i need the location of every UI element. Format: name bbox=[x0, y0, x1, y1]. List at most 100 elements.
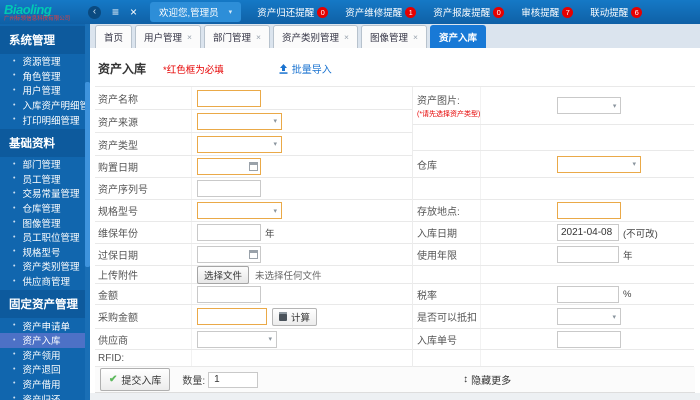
inbound-date-input[interactable] bbox=[557, 224, 619, 241]
batch-import-link[interactable]: 批量导入 bbox=[279, 61, 332, 76]
notice-item[interactable]: 联动提醒 6 bbox=[590, 5, 643, 19]
tab-close-icon[interactable]: × bbox=[413, 32, 418, 42]
sidebar-item[interactable]: • 资产退回 bbox=[0, 362, 90, 377]
sidebar-item[interactable]: • 入库资产明细管理 bbox=[0, 98, 90, 113]
tab[interactable]: 用户管理 × bbox=[135, 25, 201, 48]
user-menu-button[interactable]: 欢迎您,管理员 ▾ bbox=[150, 2, 242, 22]
deductible-select[interactable]: ▾ bbox=[557, 308, 621, 325]
spacer-row bbox=[413, 266, 694, 284]
tab-close-icon[interactable]: × bbox=[344, 32, 349, 42]
amount-input[interactable] bbox=[197, 285, 261, 303]
scrollbar-thumb[interactable] bbox=[85, 82, 90, 267]
calendar-icon[interactable] bbox=[249, 250, 258, 259]
field-label-text: 仓库 bbox=[417, 160, 437, 172]
sidebar-collapse-button[interactable]: ‹ bbox=[88, 5, 101, 19]
asset-type-row: 资产类型 ▾ bbox=[95, 133, 412, 156]
inbound-order-no-input[interactable] bbox=[557, 330, 621, 348]
bullet-icon: • bbox=[13, 86, 16, 94]
sidebar-item-label: 资产借用 bbox=[22, 379, 61, 391]
serial-number-input[interactable] bbox=[197, 180, 261, 197]
sidebar-item[interactable]: • 仓库管理 bbox=[0, 201, 90, 216]
tab[interactable]: 资产入库 bbox=[429, 25, 486, 48]
notice-item[interactable]: 资产报废提醒 0 bbox=[433, 5, 505, 19]
sidebar-item[interactable]: • 员工职位管理 bbox=[0, 230, 90, 245]
sidebar-item[interactable]: • 用户管理 bbox=[0, 83, 90, 98]
quantity-input[interactable] bbox=[208, 371, 259, 388]
sidebar-item[interactable]: • 部门管理 bbox=[0, 157, 90, 172]
chevron-down-icon: ▾ bbox=[612, 102, 617, 110]
chevron-down-icon: ▾ bbox=[273, 207, 277, 215]
tab-label: 资产类别管理 bbox=[281, 33, 339, 44]
bullet-icon: • bbox=[13, 395, 16, 400]
asset-type-select[interactable]: ▾ bbox=[197, 135, 282, 153]
asset-source-select[interactable]: ▾ bbox=[197, 112, 282, 130]
field-wrapper bbox=[557, 246, 619, 263]
sidebar-item[interactable]: • 资产借用 bbox=[0, 377, 90, 392]
notice-label: 资产报废提醒 bbox=[433, 8, 491, 19]
sidebar-item[interactable]: • 资产类别管理 bbox=[0, 259, 90, 274]
sidebar-item[interactable]: • 供应商管理 bbox=[0, 274, 90, 289]
purchase-amount-input[interactable] bbox=[197, 308, 267, 325]
quantity-label: 数量: bbox=[182, 376, 206, 387]
sidebar-item-label: 资产类别管理 bbox=[22, 262, 80, 274]
sidebar-item-label: 图像管理 bbox=[22, 218, 61, 230]
tax-rate-input[interactable] bbox=[557, 285, 619, 303]
notice-count-badge: 6 bbox=[631, 6, 643, 18]
spec-model-select[interactable]: ▾ bbox=[197, 202, 282, 219]
tab-close-icon[interactable]: × bbox=[187, 32, 192, 42]
supplier-select[interactable]: ▾ bbox=[197, 330, 277, 348]
spacer-row bbox=[413, 125, 694, 151]
form-footer: ✔ 提交入库 数量: ↕ 隐藏更多 bbox=[95, 367, 695, 393]
sidebar-item[interactable]: • 资产入库 bbox=[0, 332, 90, 348]
sidebar-scrollbar[interactable] bbox=[85, 24, 90, 400]
sidebar-item[interactable]: • 资产领用 bbox=[0, 348, 90, 363]
notice-label: 资产归还提醒 bbox=[257, 8, 315, 19]
warranty-expire-date-row: 过保日期 bbox=[95, 244, 412, 266]
field-cell: ▾ bbox=[192, 202, 412, 219]
notice-item[interactable]: 资产维修提醒 1 bbox=[345, 5, 417, 19]
sidebar-item[interactable]: • 角色管理 bbox=[0, 69, 90, 84]
sidebar-item[interactable]: • 员工管理 bbox=[0, 172, 90, 187]
tab-label: 用户管理 bbox=[144, 33, 183, 44]
field-label-text: 购置日期 bbox=[98, 163, 138, 174]
calculate-button[interactable]: 计算 bbox=[272, 307, 318, 326]
sidebar-item[interactable]: • 打印明细管理 bbox=[0, 112, 90, 127]
page-title: 资产入库 bbox=[98, 62, 147, 76]
warehouse-row: 仓库 ▾ bbox=[413, 151, 694, 178]
calendar-icon[interactable] bbox=[249, 162, 258, 171]
service-life-input[interactable] bbox=[557, 246, 619, 263]
submit-inbound-button[interactable]: ✔ 提交入库 bbox=[100, 368, 171, 391]
hamburger-menu-icon[interactable]: ≡ bbox=[112, 5, 119, 19]
spacer-row bbox=[413, 350, 694, 367]
sidebar-item[interactable]: • 资产申请单 bbox=[0, 318, 90, 333]
bullet-icon: • bbox=[13, 277, 16, 285]
tab[interactable]: 资产类别管理 × bbox=[272, 25, 358, 48]
asset-image-select[interactable]: ▾ bbox=[557, 97, 622, 114]
sidebar-item[interactable]: • 规格型号 bbox=[0, 245, 90, 260]
sidebar-item[interactable]: • 图像管理 bbox=[0, 215, 90, 230]
attachment-label: 上传附件 bbox=[95, 266, 192, 283]
close-icon[interactable]: × bbox=[130, 5, 137, 19]
warranty-years-input[interactable] bbox=[197, 224, 261, 241]
storage-location-input[interactable] bbox=[557, 202, 621, 219]
sidebar-item[interactable]: • 资源管理 bbox=[0, 54, 90, 69]
tab[interactable]: 首页 bbox=[95, 25, 133, 48]
tab-close-icon[interactable]: × bbox=[256, 32, 261, 42]
warehouse-select[interactable]: ▾ bbox=[557, 155, 641, 173]
tab[interactable]: 部门管理 × bbox=[204, 25, 270, 48]
choose-file-button[interactable]: 选择文件 bbox=[197, 265, 250, 284]
content-area: 首页 用户管理 × 部门管理 × 资产类别管理 × 图像管理 × 资产入库 资产入库 *红色框为必… bbox=[90, 24, 700, 400]
field-cell: 年 bbox=[192, 224, 412, 241]
field-label-text: 资产类型 bbox=[98, 140, 138, 152]
field-wrapper bbox=[197, 224, 261, 241]
sidebar-item[interactable]: • 资产归还 bbox=[0, 391, 90, 400]
field-cell: ▾ bbox=[481, 155, 694, 173]
notice-item[interactable]: 审核提醒 7 bbox=[521, 5, 574, 19]
spacer-cell bbox=[413, 178, 481, 199]
tab[interactable]: 图像管理 × bbox=[360, 25, 427, 48]
field-label-text: 资产来源 bbox=[98, 117, 138, 129]
toggle-more-button[interactable]: ↕ 隐藏更多 bbox=[463, 372, 511, 387]
asset-name-input[interactable] bbox=[197, 89, 261, 107]
sidebar-item[interactable]: • 交易常量管理 bbox=[0, 186, 90, 201]
notice-item[interactable]: 资产归还提醒 0 bbox=[257, 5, 329, 19]
